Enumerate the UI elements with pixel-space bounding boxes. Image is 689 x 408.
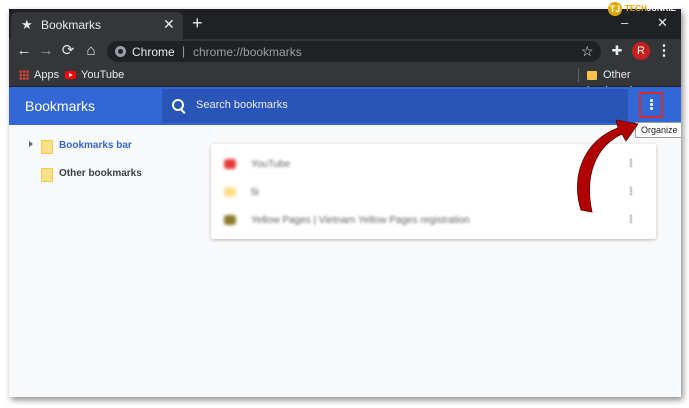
curved-arrow-icon [577,119,639,213]
watermark-text: TECHJUNKIE [625,4,676,13]
watermark-prefix: TECH [625,4,647,13]
annotation-arrow [577,119,639,213]
watermark-logo: TJ [608,2,622,16]
watermark-suffix: JUNKIE [646,4,677,13]
